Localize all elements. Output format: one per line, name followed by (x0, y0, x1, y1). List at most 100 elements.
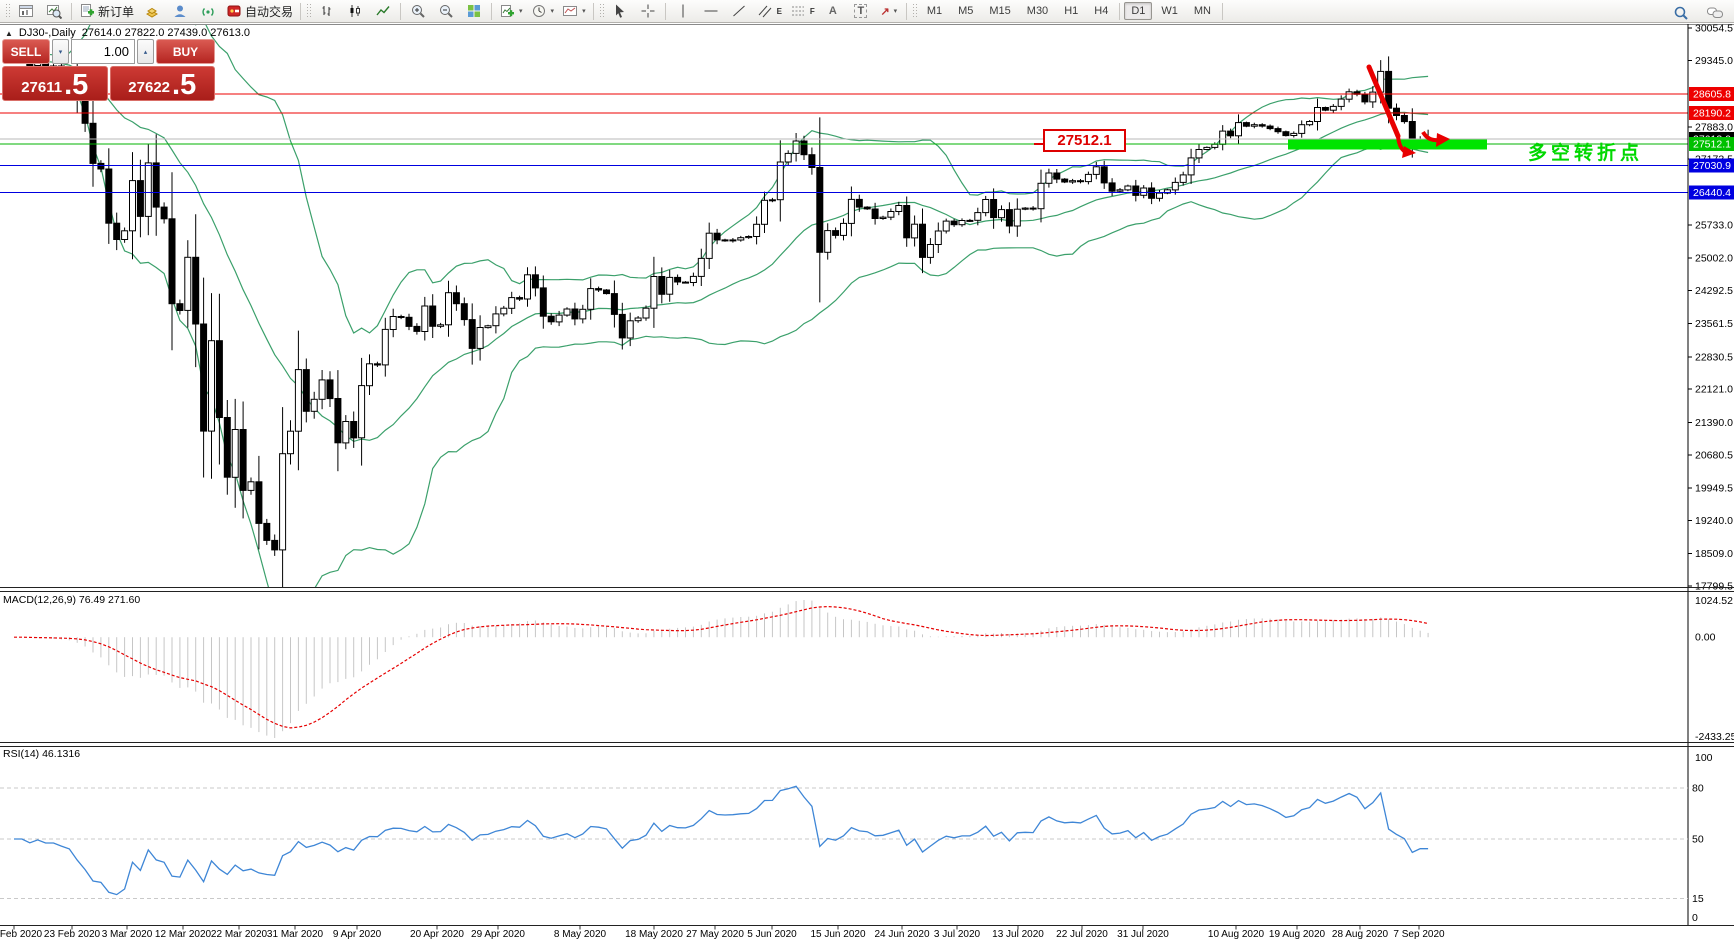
svg-text:7 Sep 2020: 7 Sep 2020 (1393, 929, 1445, 940)
support-price-label[interactable]: 27512.1 (1043, 129, 1126, 152)
chevron-down-icon: ▾ (550, 8, 555, 15)
search-icon[interactable] (1667, 2, 1695, 24)
rsi-axis[interactable]: 100 80 50 15 0 (1692, 752, 1713, 924)
timeframe-button-W1[interactable]: W1 (1154, 2, 1185, 20)
panel-separators[interactable] (0, 587, 1734, 926)
svg-text:26440.4: 26440.4 (1693, 187, 1731, 199)
bollinger-bands (13, 25, 1429, 587)
svg-text:13 Jul 2020: 13 Jul 2020 (992, 929, 1044, 940)
svg-text:5 Jun 2020: 5 Jun 2020 (747, 929, 797, 940)
horizontal-line-tool-icon[interactable] (697, 0, 725, 22)
svg-text:17799.5: 17799.5 (1695, 581, 1733, 593)
buy-button[interactable]: BUY (156, 39, 215, 64)
svg-text:27030.9: 27030.9 (1693, 160, 1731, 172)
svg-text:18509.0: 18509.0 (1695, 548, 1733, 560)
toolbar-drag-handle[interactable] (598, 3, 604, 19)
text-label-tool-icon[interactable]: T (847, 0, 875, 22)
arrows-tool-icon[interactable]: ↗ ▾ (875, 0, 903, 22)
timeframes-icon[interactable]: ▾ (527, 0, 559, 22)
sell-price-main: 27611 (21, 79, 63, 96)
charts-window-icon[interactable] (12, 0, 40, 22)
svg-text:23561.5: 23561.5 (1695, 318, 1733, 330)
svg-text:31 Mar 2020: 31 Mar 2020 (267, 929, 324, 940)
tile-windows-icon[interactable] (460, 0, 488, 22)
indicators-icon[interactable]: ▾ (495, 0, 527, 22)
svg-text:27512.1: 27512.1 (1693, 138, 1731, 150)
profiles-icon[interactable] (40, 0, 68, 22)
zoom-out-icon[interactable] (432, 0, 460, 22)
timeframe-button-M1[interactable]: M1 (920, 2, 949, 20)
collapse-one-click-icon[interactable]: ▲ (5, 29, 13, 38)
buy-price-pip: .5 (172, 69, 197, 101)
zoom-in-icon[interactable] (404, 0, 432, 22)
svg-text:18 May 2020: 18 May 2020 (625, 929, 683, 940)
svg-text:10 Aug 2020: 10 Aug 2020 (1208, 929, 1265, 940)
community-icon[interactable] (166, 0, 194, 22)
candlestick-chart-type-icon[interactable] (341, 0, 369, 22)
timeframe-button-MN[interactable]: MN (1187, 2, 1218, 20)
svg-text:29 Apr 2020: 29 Apr 2020 (471, 929, 525, 940)
macd-axis[interactable]: 1024.52 0.00 -2433.25 (1695, 595, 1734, 743)
line-chart-type-icon[interactable] (369, 0, 397, 22)
svg-text:3 Mar 2020: 3 Mar 2020 (102, 929, 153, 940)
svg-text:28605.8: 28605.8 (1693, 89, 1731, 101)
text-tool-icon[interactable]: A (819, 0, 847, 22)
highlight-rect-annotation[interactable] (1288, 139, 1487, 150)
trendline-tool-icon[interactable] (725, 0, 753, 22)
svg-text:24292.5: 24292.5 (1695, 285, 1733, 297)
new-order-button[interactable]: 新订单 (75, 0, 138, 22)
svg-text:30054.5: 30054.5 (1695, 23, 1733, 35)
svg-text:24 Jun 2020: 24 Jun 2020 (874, 929, 929, 940)
crosshair-tool-icon[interactable] (634, 0, 662, 22)
chat-icon[interactable] (1701, 2, 1729, 24)
chart-ohlc-readout: 27614.0 27822.0 27439.0 27613.0 (81, 27, 250, 39)
svg-text:22 Mar 2020: 22 Mar 2020 (211, 929, 268, 940)
volume-increase-button[interactable]: ▴ (137, 39, 154, 64)
svg-text:28 Aug 2020: 28 Aug 2020 (1332, 929, 1389, 940)
autotrading-label: 自动交易 (245, 4, 294, 19)
bar-chart-type-icon[interactable] (313, 0, 341, 22)
macd-histogram (29, 600, 1429, 738)
svg-text:3 Jul 2020: 3 Jul 2020 (934, 929, 981, 940)
sell-price-pip: .5 (64, 69, 89, 101)
toolbar-drag-handle[interactable] (5, 3, 10, 19)
timeframe-button-H4[interactable]: H4 (1087, 2, 1115, 20)
sell-price[interactable]: 27611 .5 (2, 66, 108, 101)
timeframe-button-M15[interactable]: M15 (982, 2, 1017, 20)
svg-text:80: 80 (1692, 783, 1704, 795)
channel-tool-icon[interactable]: E (753, 0, 786, 22)
sell-button[interactable]: SELL (2, 39, 50, 64)
fibonacci-tool-label: F (809, 6, 815, 16)
toolbar-drag-handle[interactable] (306, 3, 312, 19)
svg-text:50: 50 (1692, 834, 1704, 846)
turning-point-annotation[interactable]: 多空转折点 (1528, 138, 1643, 165)
timeframe-button-M30[interactable]: M30 (1020, 2, 1055, 20)
svg-text:-2433.25: -2433.25 (1695, 731, 1734, 743)
vertical-line-tool-icon[interactable] (669, 0, 697, 22)
timeframe-button-D1[interactable]: D1 (1124, 2, 1153, 20)
chart-canvas[interactable]: 30054.529345.027883.027173.525733.025002… (0, 0, 1734, 942)
rsi-line (14, 785, 1429, 896)
signals-icon[interactable] (194, 0, 222, 22)
macd-label: MACD(12,26,9) 76.49 271.60 (3, 594, 141, 606)
svg-text:15: 15 (1692, 893, 1704, 905)
volume-decrease-button[interactable]: ▾ (52, 39, 69, 64)
market-depth-icon[interactable] (138, 0, 166, 22)
timeframe-button-H1[interactable]: H1 (1057, 2, 1085, 20)
rsi-levels (0, 787, 1688, 899)
toolbar: 新订单 自动交易 ▾ ▾ ▾ E F A T ↗ ▾ M1 M5 M15 M30… (0, 0, 1734, 23)
svg-text:19949.5: 19949.5 (1695, 483, 1733, 495)
autotrading-button[interactable]: 自动交易 (222, 0, 297, 22)
macd-signal-line (14, 605, 1429, 729)
svg-text:22830.5: 22830.5 (1695, 351, 1733, 363)
date-axis[interactable]: 13 Feb 202023 Feb 20203 Mar 202012 Mar 2… (0, 926, 1445, 940)
fibonacci-tool-icon[interactable]: F (786, 0, 819, 22)
buy-price[interactable]: 27622 .5 (109, 66, 215, 101)
templates-icon[interactable]: ▾ (558, 0, 590, 22)
toolbar-drag-handle[interactable] (911, 3, 917, 19)
chart-header: ▲ DJ30-,Daily 27614.0 27822.0 27439.0 27… (5, 27, 250, 39)
cursor-tool-icon[interactable] (606, 0, 634, 22)
new-order-label: 新订单 (98, 4, 135, 19)
volume-input[interactable]: 1.00 (71, 39, 135, 64)
timeframe-button-M5[interactable]: M5 (951, 2, 980, 20)
